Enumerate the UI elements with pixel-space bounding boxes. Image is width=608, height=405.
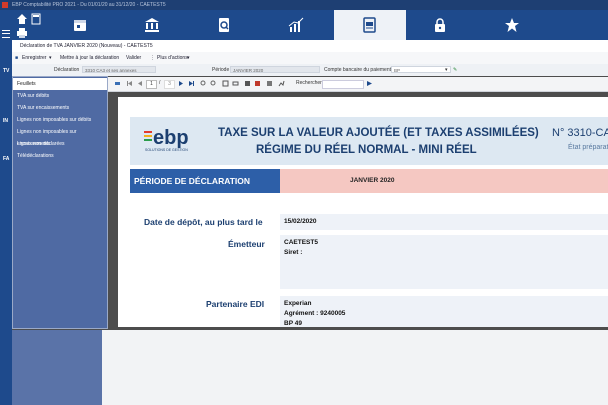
period-field[interactable]: JANVIER 2020 (230, 66, 320, 73)
bank-icon[interactable] (116, 10, 188, 40)
partner-bp: BP 49 (284, 320, 302, 327)
content-bottom (102, 330, 608, 405)
menu-item-non-imposables-debits[interactable]: Lignes non imposables sur débits (13, 114, 107, 126)
menu-item-tva-encaissements[interactable]: TVA sur encaissements (13, 102, 107, 114)
strip-label-2: IN (3, 118, 8, 124)
save-dropdown-icon[interactable]: ▾ (49, 55, 52, 61)
home-icon[interactable] (16, 12, 28, 24)
period-label: Période (212, 67, 230, 73)
calendar-icon[interactable] (44, 10, 116, 40)
calculator-icon[interactable] (30, 12, 42, 25)
form-state: État préparatoi (568, 144, 608, 151)
search-document-icon[interactable] (188, 10, 260, 40)
menu-item-tva-debits[interactable]: TVA sur débits (13, 90, 107, 102)
print-icon[interactable] (16, 26, 28, 38)
emitter-name: CAETEST5 (284, 239, 318, 246)
last-page-icon[interactable] (188, 80, 195, 87)
form-number: N° 3310-CA (552, 127, 608, 139)
deadline-value: 15/02/2020 (284, 218, 317, 225)
search-go-icon[interactable] (366, 80, 373, 87)
export-pdf-icon[interactable] (254, 80, 261, 87)
tva-document-icon[interactable] (334, 10, 406, 40)
menu-item-non-imposables-encaissements[interactable]: Lignes non imposables sur encaissements (13, 126, 107, 147)
partner-agreement: Agrément : 9240005 (284, 310, 346, 317)
save-pdf-icon[interactable] (266, 80, 273, 87)
partner-name: Experian (284, 300, 312, 307)
page-number-input[interactable]: 1 (146, 80, 157, 89)
svg-text:ebp: ebp (153, 127, 189, 149)
bank-account-label: Compte bancaire du paiement (324, 67, 391, 73)
first-page-icon[interactable] (126, 80, 133, 87)
update-declaration-button[interactable]: Mettre à jour la déclaration (60, 55, 119, 61)
left-strip: TV IN FA (0, 10, 12, 405)
left-panel-bottom (12, 330, 102, 405)
form-title-line2: RÉGIME DU RÉEL NORMAL - MINI RÉEL (256, 144, 477, 156)
star-icon[interactable] (476, 10, 548, 40)
period-row: PÉRIODE DE DÉCLARATION JANVIER 2020 (130, 169, 608, 193)
lock-icon[interactable] (404, 10, 476, 40)
declaration-field[interactable]: 3310 CA3 et ses annexes (82, 66, 156, 73)
strip-label-1: TV (3, 68, 10, 74)
emitter-label: Émetteur (228, 239, 265, 249)
zoom-in-icon[interactable] (210, 80, 217, 87)
ebp-logo: ebp SOLUTIONS DE GESTION (144, 125, 214, 162)
partner-box: Experian Agrément : 9240005 BP 49 (280, 296, 608, 327)
form-title-line1: TAXE SUR LA VALEUR AJOUTÉE (ET TAXES ASS… (218, 127, 539, 139)
save-icon: ■ (15, 55, 19, 61)
app-logo (2, 2, 8, 8)
strip-label-3: FA (3, 156, 10, 162)
section-menu: Feuillets TVA sur débits TVA sur encaiss… (12, 76, 108, 329)
fit-width-icon[interactable] (232, 80, 239, 87)
declaration-fields: Déclaration 3310 CA3 et ses annexes Péri… (12, 64, 608, 76)
svg-text:SOLUTIONS DE GESTION: SOLUTIONS DE GESTION (145, 148, 188, 152)
bank-account-field[interactable]: BP (391, 66, 451, 73)
menu-item-feuillets[interactable]: Feuillets (13, 78, 107, 90)
page-total: 3 (164, 80, 175, 89)
declaration-label: Déclaration (54, 67, 80, 73)
more-actions-button[interactable]: Plus d'actions (157, 55, 188, 61)
pdf-toolbar: 1 / 3 Rechercher (108, 77, 608, 92)
document-title: Déclaration de TVA JANVIER 2020 (Nouveau… (20, 43, 153, 49)
form-header: ebp SOLUTIONS DE GESTION TAXE SUR LA VAL… (130, 117, 608, 165)
emitter-siret: Siret : (284, 249, 303, 256)
validate-button[interactable]: Valider (126, 55, 141, 61)
more-actions-dropdown-icon[interactable]: ▾ (187, 55, 190, 61)
window-titlebar: EBP Comptabilité PRO 2021 - Du 01/01/20 … (0, 0, 608, 10)
menu-item-non-declarees[interactable]: Lignes non déclarées (13, 138, 107, 150)
save-button[interactable]: Enregistrer (22, 55, 46, 61)
hamburger-menu-icon[interactable] (2, 30, 10, 38)
period-header: PÉRIODE DE DÉCLARATION (130, 169, 280, 193)
page-separator: / (159, 80, 161, 86)
zoom-out-icon[interactable] (200, 80, 207, 87)
fit-page-icon[interactable] (222, 80, 229, 87)
edit-pencil-icon[interactable]: ✎ (453, 67, 457, 73)
prev-page-icon[interactable] (136, 80, 143, 87)
period-value: JANVIER 2020 (280, 169, 608, 193)
more-actions-icon: ⋮ (150, 55, 155, 61)
menu-item-teledeclarations[interactable]: Télédéclarations (13, 150, 107, 162)
link-icon[interactable] (278, 80, 285, 87)
deadline-value-box: 15/02/2020 (280, 214, 608, 230)
emitter-box: CAETEST5 Siret : (280, 235, 608, 289)
select-tool-icon[interactable] (244, 80, 251, 87)
bank-account-dropdown-icon[interactable]: ▾ (445, 67, 448, 73)
declaration-form-page: ebp SOLUTIONS DE GESTION TAXE SUR LA VAL… (118, 97, 608, 327)
deadline-label: Date de dépôt, au plus tard le (144, 217, 263, 227)
chart-icon[interactable] (260, 10, 332, 40)
pdf-print-icon[interactable] (114, 80, 121, 87)
next-page-icon[interactable] (178, 80, 185, 87)
search-label: Rechercher (296, 80, 322, 86)
pdf-search-input[interactable] (322, 80, 364, 89)
partner-label: Partenaire EDI (206, 299, 265, 309)
window-title: EBP Comptabilité PRO 2021 - Du 01/01/20 … (12, 2, 166, 8)
